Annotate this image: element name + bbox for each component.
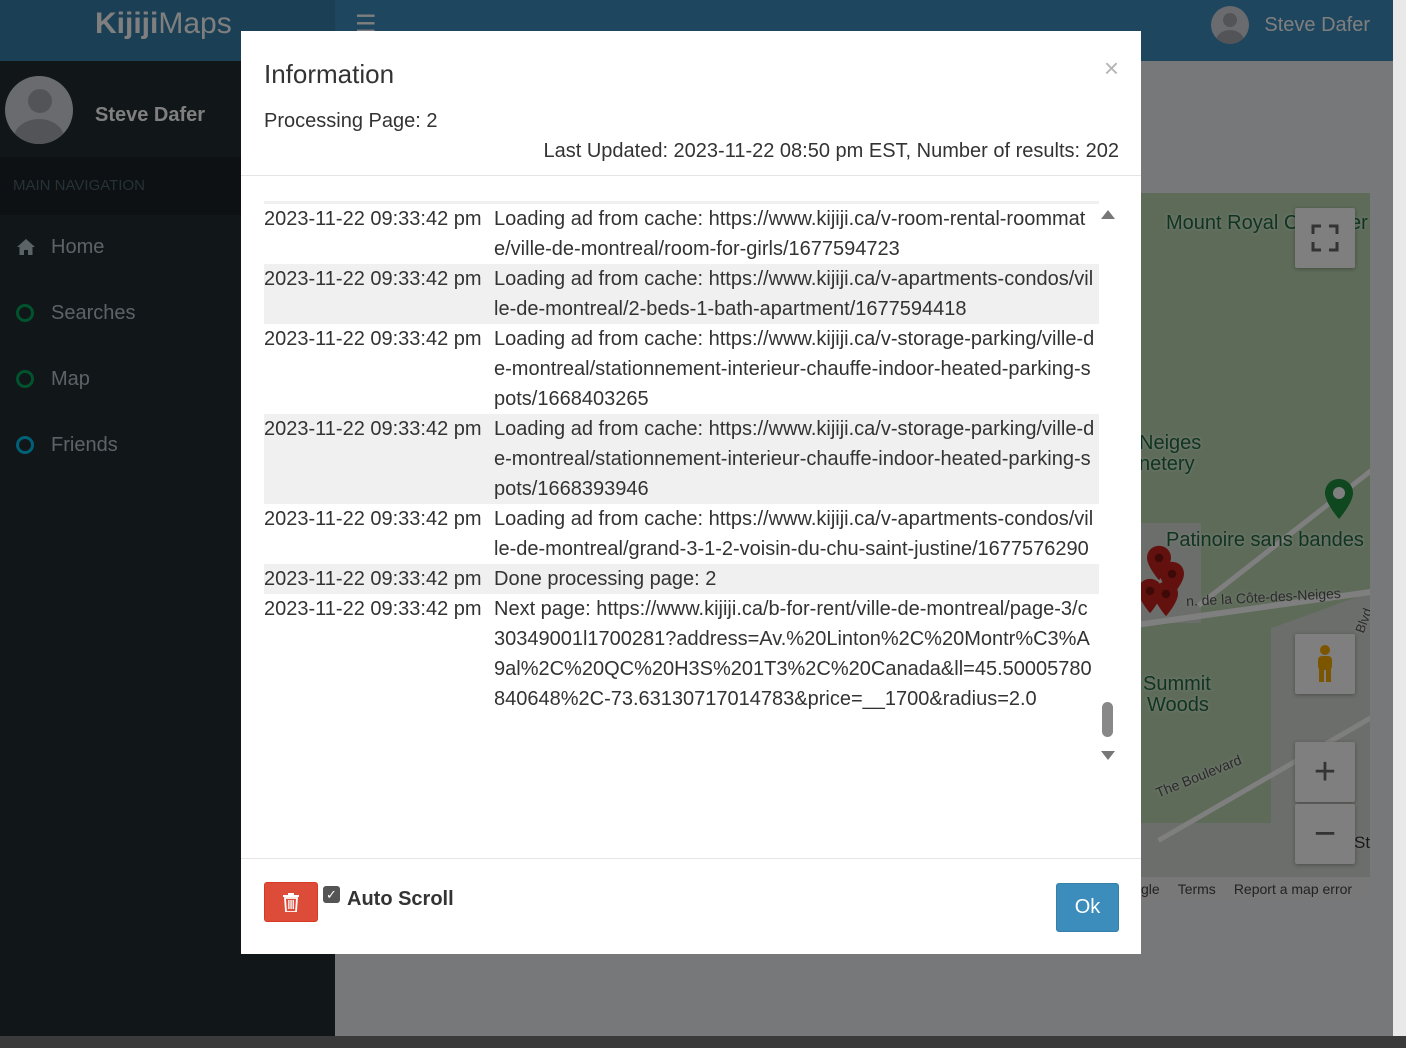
log-message: Loading ad from cache: https://www.kijij… xyxy=(494,268,1094,320)
log-timestamp: 2023-11-22 09:33:42 pm xyxy=(264,328,482,350)
ok-button[interactable]: Ok xyxy=(1056,883,1119,932)
log-row: 2023-11-22 09:33:42 pm Loading ad from ca… xyxy=(264,414,1099,504)
auto-scroll-checkbox[interactable]: ✓ xyxy=(323,886,340,903)
log-message: Loading ad from cache: https://www.kijij… xyxy=(494,328,1095,410)
log-row: 2023-11-22 09:33:42 pm Loading ad from ca… xyxy=(264,324,1099,414)
auto-scroll-toggle[interactable]: ✓ Auto Scroll xyxy=(323,886,454,911)
clear-log-button[interactable] xyxy=(264,882,318,922)
log-message: Next page: https://www.kijiji.ca/b-for-r… xyxy=(494,598,1092,710)
log-row: 2023-11-22 09:33:42 pm Next page: https:/… xyxy=(264,594,1099,714)
processing-status: Processing Page: 2 xyxy=(264,110,438,132)
log-timestamp: 2023-11-22 09:33:42 pm xyxy=(264,268,482,290)
log-message: Loading ad from cache: https://www.kijij… xyxy=(494,418,1095,500)
scroll-thumb[interactable] xyxy=(1102,702,1113,737)
log-list[interactable]: 2023-11-22 09:33:42 pm Loading ad from ca… xyxy=(264,201,1099,771)
information-modal: Information × Processing Page: 2 Last Up… xyxy=(241,31,1141,954)
modal-title: Information xyxy=(264,59,395,89)
auto-scroll-label: Auto Scroll xyxy=(347,888,454,910)
log-message: Loading ad from cache: https://www.kijij… xyxy=(494,508,1094,560)
scroll-up-icon[interactable] xyxy=(1101,210,1115,219)
window-bottom-bar xyxy=(0,1036,1406,1048)
modal-footer-divider xyxy=(241,858,1141,859)
last-updated-status: Last Updated: 2023-11-22 08:50 pm EST, N… xyxy=(543,140,1119,162)
log-timestamp: 2023-11-22 09:33:42 pm xyxy=(264,418,482,440)
log-row: 2023-11-22 09:33:42 pm Loading ad from ca… xyxy=(264,264,1099,324)
trash-icon xyxy=(283,892,299,912)
log-row: 2023-11-22 09:33:42 pm Loading ad from ca… xyxy=(264,504,1099,564)
log-timestamp: 2023-11-22 09:33:42 pm xyxy=(264,598,482,620)
modal-header-divider xyxy=(241,175,1141,176)
log-row: 2023-11-22 09:33:42 pm Loading ad from ca… xyxy=(264,204,1099,264)
log-timestamp: 2023-11-22 09:33:42 pm xyxy=(264,568,482,590)
log-row: 2023-11-22 09:33:42 pm Done processing pa… xyxy=(264,564,1099,594)
log-message: Done processing page: 2 xyxy=(494,568,717,590)
log-timestamp: 2023-11-22 09:33:42 pm xyxy=(264,208,482,230)
window-scrollbar[interactable] xyxy=(1393,0,1406,1036)
scroll-down-icon[interactable] xyxy=(1101,751,1115,760)
log-timestamp: 2023-11-22 09:33:42 pm xyxy=(264,508,482,530)
log-message: Loading ad from cache: https://www.kijij… xyxy=(494,208,1086,260)
close-icon[interactable]: × xyxy=(1104,53,1119,84)
log-scrollbar[interactable] xyxy=(1099,201,1116,771)
